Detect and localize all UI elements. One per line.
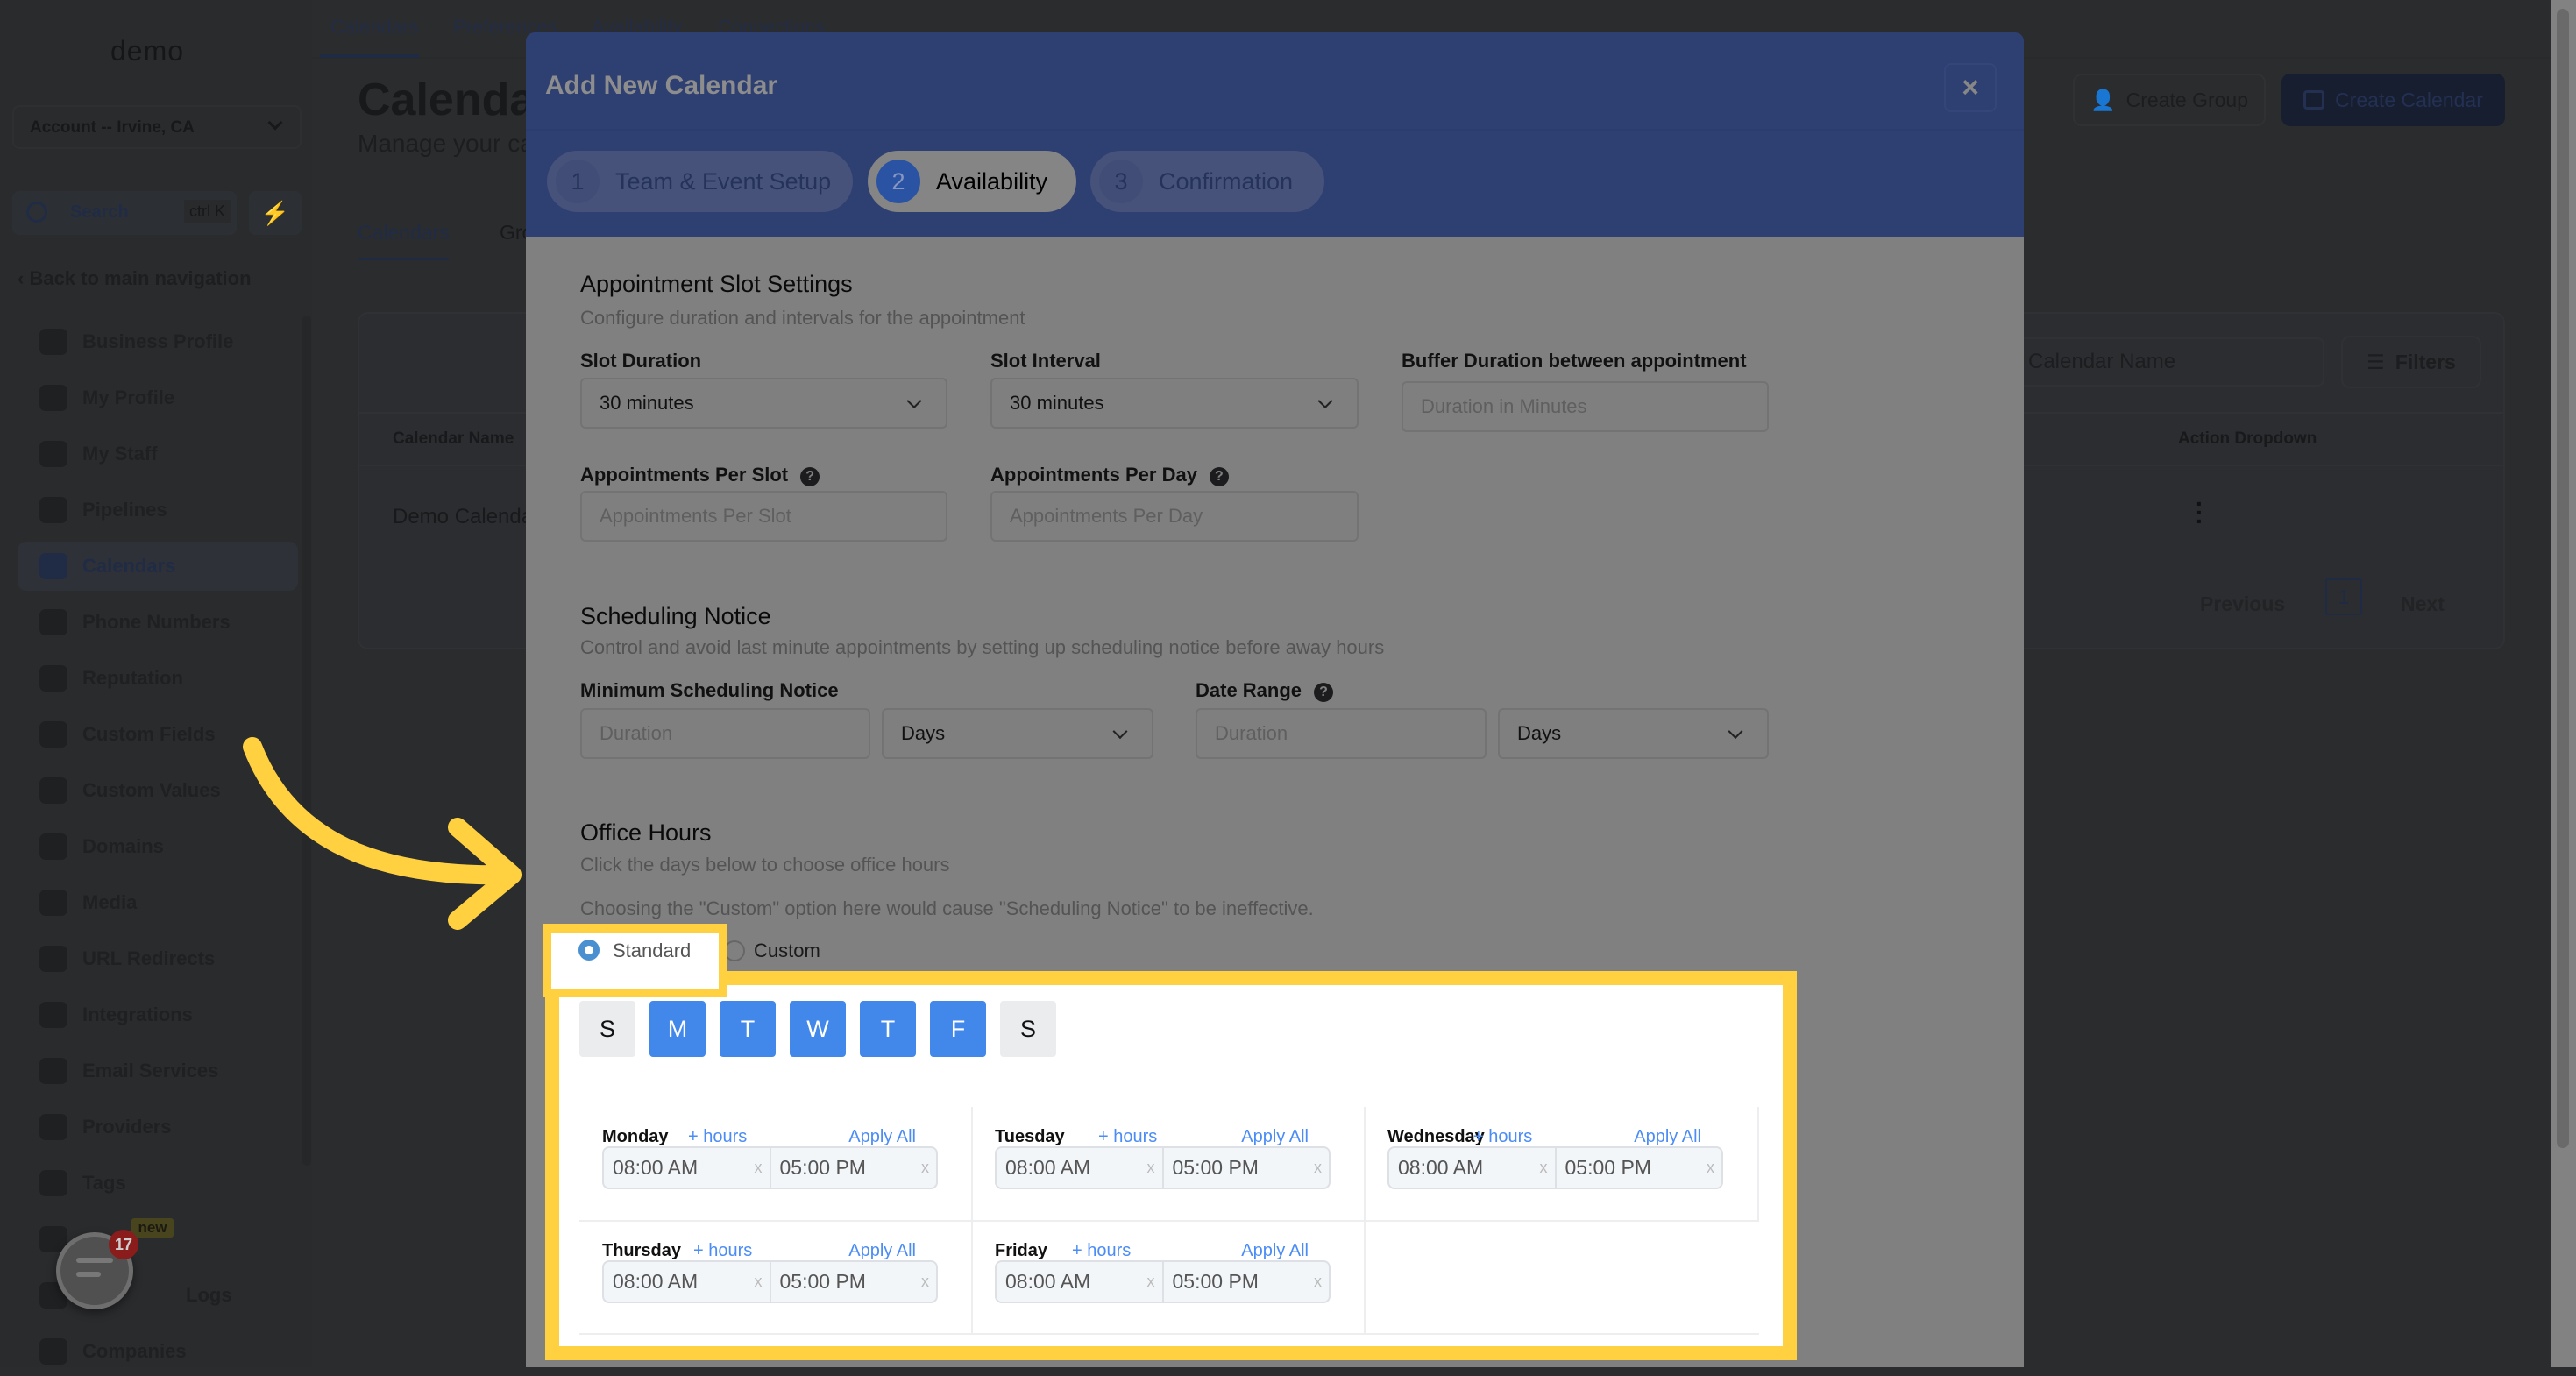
chat-icon — [76, 1258, 113, 1263]
annotation-arrow-icon — [243, 737, 522, 930]
chat-icon-line — [76, 1272, 101, 1277]
chat-badge: 17 — [109, 1230, 138, 1259]
